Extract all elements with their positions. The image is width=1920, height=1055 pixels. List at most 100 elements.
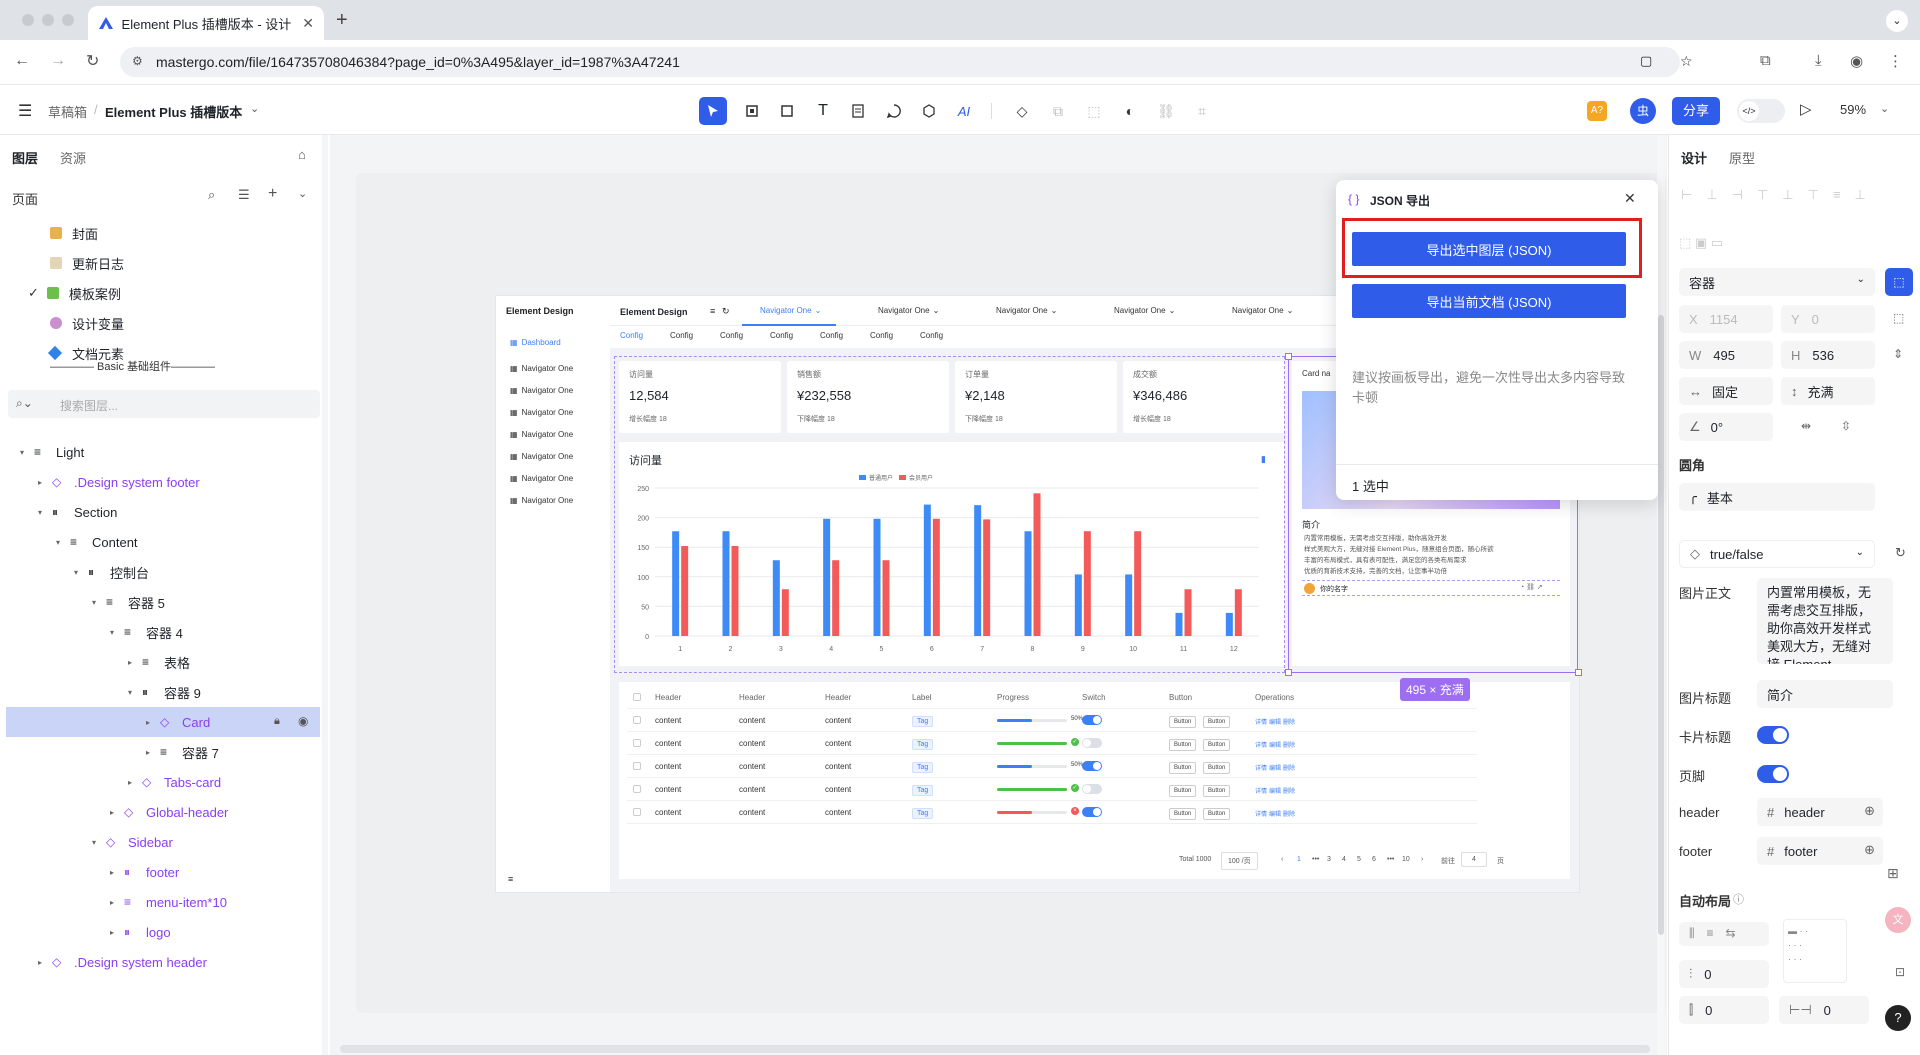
sidebar-item[interactable]: ▦ Navigator One — [510, 408, 573, 417]
page-size-select[interactable]: 100 /页 — [1221, 852, 1258, 870]
collapsed-caret-icon[interactable]: ▸ — [110, 898, 124, 907]
move-tool-icon[interactable] — [699, 97, 727, 125]
expanded-caret-icon[interactable]: ▾ — [92, 838, 106, 847]
page-item-templates[interactable]: ✓ 模板案例 — [28, 278, 121, 308]
layer-row[interactable]: ▾ ⏸ 容器 9 — [6, 677, 320, 707]
page-number[interactable]: 1 — [1297, 856, 1301, 863]
profile-icon[interactable]: ◉ — [1850, 52, 1863, 70]
page-item-variables[interactable]: 设计变量 — [50, 308, 124, 338]
row-switch[interactable] — [1082, 715, 1102, 725]
height-mode-select[interactable]: ↕ 充满 — [1781, 377, 1875, 405]
extensions-icon[interactable]: ⧉ — [1760, 52, 1771, 69]
browser-tab[interactable]: Element Plus 插槽版本 - 设计 ✕ — [88, 6, 324, 40]
comment-tool-icon[interactable] — [880, 97, 908, 125]
resize-handle[interactable] — [1575, 669, 1582, 676]
row-checkbox[interactable] — [633, 808, 641, 816]
constraint-icon[interactable]: ⬚ — [1893, 311, 1904, 325]
page-number[interactable]: ••• — [1387, 856, 1394, 863]
top-nav-item[interactable]: Navigator One ⌄ — [878, 306, 939, 315]
frame-type-icon[interactable]: ⬚ ▣ ▭ — [1679, 235, 1723, 251]
row-checkbox[interactable] — [633, 762, 641, 770]
layer-row[interactable]: ▸ ◇ .Design system header — [6, 947, 320, 977]
row-op-link[interactable]: 详情 — [1255, 809, 1267, 818]
rectangle-tool-icon[interactable] — [773, 97, 801, 125]
row-button[interactable]: Button — [1169, 716, 1197, 728]
layer-row[interactable]: ▾ ⏸ Section — [6, 497, 320, 527]
target-icon[interactable]: ⊕ — [1864, 842, 1875, 858]
resize-handle[interactable] — [1285, 353, 1292, 360]
avatar[interactable]: 虫 — [1630, 98, 1656, 124]
expanded-caret-icon[interactable]: ▾ — [74, 568, 88, 577]
layer-row[interactable]: ▾ ≡ 容器 5 — [6, 587, 320, 617]
top-nav-item[interactable]: Navigator One ⌄ — [1232, 306, 1293, 315]
row-checkbox[interactable] — [633, 785, 641, 793]
expanded-caret-icon[interactable]: ▾ — [128, 688, 142, 697]
collapse-icon[interactable]: ≡ — [508, 874, 513, 884]
layer-row[interactable]: ▸ ≡ 容器 7 — [6, 737, 320, 767]
plugin-tool-icon[interactable] — [915, 97, 943, 125]
component-icon[interactable]: ◇ — [1008, 97, 1036, 125]
layer-row[interactable]: ▸ ◇ Card 🔒︎ ◉ — [6, 707, 320, 737]
layer-row[interactable]: ▸ ⏸ footer — [6, 857, 320, 887]
warning-badge[interactable]: A? — [1587, 101, 1607, 121]
padding-h-field[interactable]: ⊢⊣ 0 — [1779, 996, 1869, 1024]
zoom-chevron-icon[interactable]: ⌄ — [1880, 102, 1889, 115]
tab-layers[interactable]: 图层 — [12, 148, 38, 167]
expanded-caret-icon[interactable]: ▾ — [56, 538, 70, 547]
url-field[interactable]: ⚙ mastergo.com/file/164735708046384?page… — [120, 47, 1693, 77]
collapsed-caret-icon[interactable]: ▸ — [128, 778, 142, 787]
row-op-link[interactable]: 详情 — [1255, 740, 1267, 749]
direction-switch[interactable]: ⫼≡⇆ — [1679, 922, 1769, 946]
sidebar-item[interactable]: ▦ Navigator One — [510, 386, 573, 395]
main-menu-icon[interactable]: ☰ — [18, 101, 32, 121]
row-button[interactable]: Button — [1169, 808, 1197, 820]
w-field[interactable]: W 495 — [1679, 341, 1773, 369]
row-button[interactable]: Button — [1169, 762, 1197, 774]
sub-tab[interactable]: Config — [920, 331, 943, 340]
page-number[interactable]: 4 — [1342, 856, 1346, 863]
translate-icon[interactable]: 文 — [1885, 907, 1911, 933]
boolean-icon[interactable]: ⧉ — [1044, 97, 1072, 125]
vertical-scrollbar[interactable] — [1657, 135, 1665, 1055]
menu-icon[interactable]: ≡ — [710, 306, 715, 316]
row-button[interactable]: Button — [1169, 785, 1197, 797]
collapsed-caret-icon[interactable]: ▸ — [38, 478, 52, 487]
breadcrumb-root[interactable]: 草稿箱 — [48, 102, 87, 121]
layer-row[interactable]: ▸ ≡ menu-item*10 — [6, 887, 320, 917]
alignment-grid[interactable]: ▬ · · · · · · · · — [1783, 919, 1847, 983]
window-close-dot[interactable] — [22, 14, 34, 26]
zoom-level[interactable]: 59% — [1840, 102, 1866, 117]
sidebar-item[interactable]: ▦ Navigator One — [510, 496, 573, 505]
padding-icon[interactable]: ⊡ — [1895, 965, 1905, 979]
sub-tab[interactable]: Config — [620, 331, 643, 340]
sidebar-item[interactable]: ▦ Navigator One — [510, 452, 573, 461]
download-icon[interactable]: ⤓ — [1815, 52, 1822, 69]
row-op-link[interactable]: 编辑 — [1269, 740, 1281, 749]
align-tools-icon[interactable]: ⊢⊥⊣⊤⊥⊤≡⊥ — [1681, 187, 1880, 203]
file-name[interactable]: Element Plus 插槽版本 — [105, 102, 242, 121]
panel-scrollbar[interactable] — [322, 135, 328, 1055]
new-tab-icon[interactable]: + — [336, 9, 348, 32]
row-checkbox[interactable] — [633, 716, 641, 724]
file-menu-chevron-icon[interactable]: ⌄ — [250, 102, 259, 115]
layer-row[interactable]: ▾ ≡ Content — [6, 527, 320, 557]
row-button[interactable]: Button — [1203, 739, 1231, 751]
frame-tool-icon[interactable] — [738, 97, 766, 125]
page-number[interactable]: 6 — [1372, 856, 1376, 863]
sub-tab[interactable]: Config — [720, 331, 743, 340]
page-item-cover[interactable]: 封面 — [50, 218, 98, 248]
page-number[interactable]: 5 — [1357, 856, 1361, 863]
forward-icon[interactable]: → — [50, 52, 66, 70]
frame-select-icon[interactable]: ⬚ — [1080, 97, 1108, 125]
row-op-link[interactable]: 删除 — [1283, 786, 1295, 795]
sidebar-item-dashboard[interactable]: ▦ Dashboard — [510, 338, 561, 347]
sub-tab[interactable]: Config — [820, 331, 843, 340]
dev-mode-toggle[interactable]: </> — [1737, 99, 1785, 123]
layer-row[interactable]: ▾ ◇ Sidebar — [6, 827, 320, 857]
header-slot-field[interactable]: # header ⊕ — [1757, 798, 1883, 826]
image-text-field[interactable]: 内置常用模板，无需考虑交互排版，助你高效开发样式美观大方，无缝对接 Elemen… — [1757, 578, 1893, 664]
export-selected-button[interactable]: 导出选中图层 (JSON) — [1352, 232, 1626, 266]
export-document-button[interactable]: 导出当前文档 (JSON) — [1352, 284, 1626, 318]
row-button[interactable]: Button — [1169, 739, 1197, 751]
site-info-icon[interactable]: ⚙ — [132, 54, 143, 68]
